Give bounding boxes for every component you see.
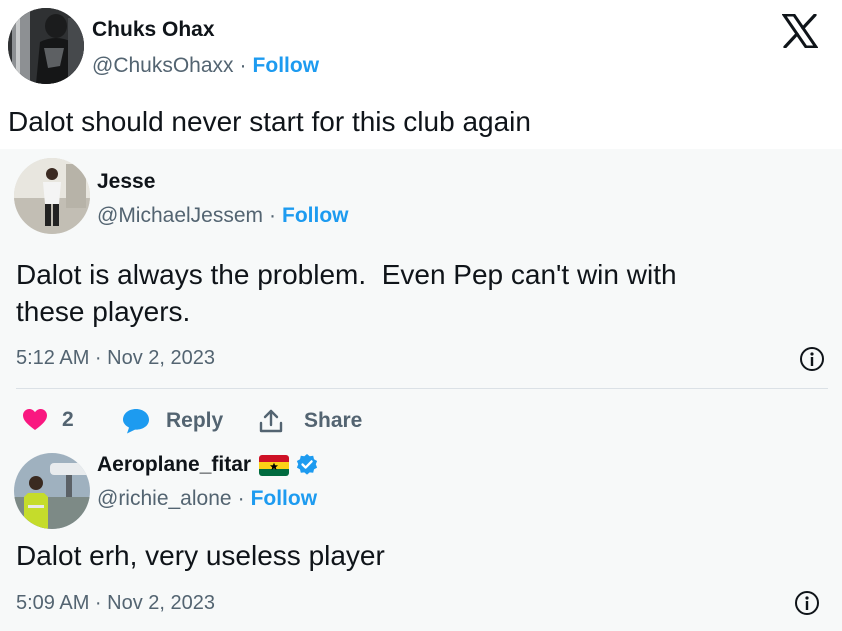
verified-badge-icon bbox=[295, 453, 319, 477]
author-handle[interactable]: @ChuksOhaxx bbox=[92, 54, 234, 78]
author-name[interactable]: Chuks Ohax bbox=[92, 18, 215, 42]
share-button[interactable]: Share bbox=[258, 408, 362, 434]
separator: · bbox=[237, 487, 245, 510]
author-name[interactable]: Aeroplane_fitar bbox=[97, 453, 251, 477]
heart-icon bbox=[23, 409, 47, 430]
avatar-image bbox=[14, 158, 90, 234]
avatar-image bbox=[14, 453, 90, 529]
reply-bubble-icon bbox=[123, 409, 149, 434]
separator: · bbox=[269, 204, 277, 227]
like-count: 2 bbox=[62, 408, 74, 431]
divider bbox=[16, 388, 828, 389]
timestamp[interactable]: 5:12 AM · Nov 2, 2023 bbox=[16, 347, 215, 370]
reply-button[interactable]: Reply bbox=[122, 408, 223, 434]
avatar[interactable] bbox=[8, 8, 84, 84]
share-icon bbox=[259, 409, 283, 433]
author-handle[interactable]: @richie_alone bbox=[97, 487, 232, 511]
follow-button[interactable]: Follow bbox=[253, 54, 320, 78]
info-icon[interactable] bbox=[799, 346, 825, 372]
author-name[interactable]: Jesse bbox=[97, 170, 155, 194]
author-handle[interactable]: @MichaelJessem bbox=[97, 204, 263, 228]
post-text: Dalot should never start for this club a… bbox=[8, 106, 531, 137]
avatar[interactable] bbox=[14, 453, 90, 529]
reply-text-line: these players. bbox=[16, 296, 191, 327]
timestamp[interactable]: 5:09 AM · Nov 2, 2023 bbox=[16, 592, 215, 615]
info-icon[interactable] bbox=[794, 590, 820, 616]
reply-label: Reply bbox=[166, 409, 224, 432]
separator: · bbox=[239, 54, 247, 77]
follow-button[interactable]: Follow bbox=[282, 204, 349, 228]
x-logo-icon[interactable] bbox=[781, 13, 819, 49]
reply-text: Dalot is always the problem. Even Pep ca… bbox=[16, 256, 677, 330]
follow-button[interactable]: Follow bbox=[251, 487, 318, 511]
ghana-flag-icon bbox=[259, 454, 290, 476]
share-label: Share bbox=[304, 409, 363, 432]
avatar-image bbox=[8, 8, 84, 84]
like-button[interactable]: 2 bbox=[22, 408, 74, 432]
reply-text-line: Dalot is always the problem. Even Pep ca… bbox=[16, 259, 677, 290]
avatar[interactable] bbox=[14, 158, 90, 234]
reply-text: Dalot erh, very useless player bbox=[16, 540, 385, 571]
